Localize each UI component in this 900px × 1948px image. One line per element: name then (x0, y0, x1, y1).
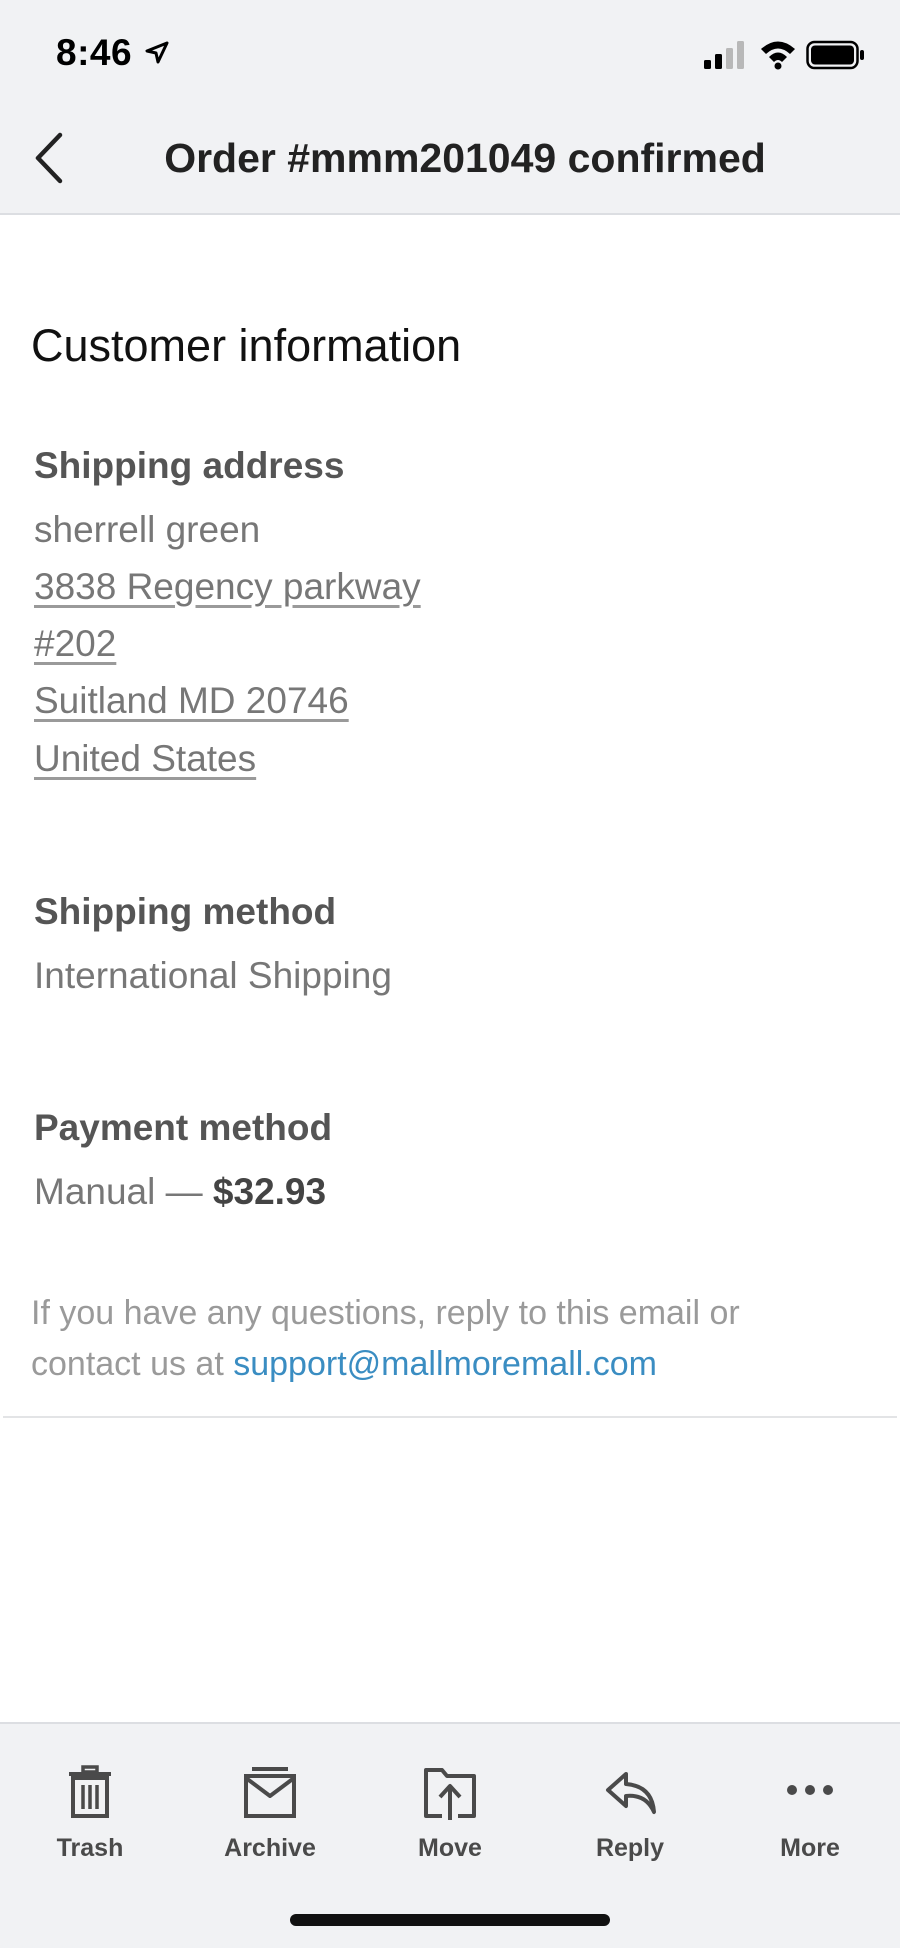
reply-label: Reply (595, 1834, 665, 1862)
archive-label: Archive (224, 1834, 316, 1862)
footer-text-line2: contact us at (31, 1345, 234, 1383)
reply-button[interactable]: Reply (555, 1764, 705, 1863)
footer-note: If you have any questions, reply to this… (31, 1288, 831, 1390)
trash-label: Trash (56, 1834, 124, 1862)
nav-bar: Order #mmm201049 confirmed (0, 105, 900, 215)
section-divider (3, 1416, 897, 1418)
trash-icon (69, 1765, 111, 1818)
reply-icon (606, 1772, 656, 1814)
address-unit-link[interactable]: #202 (34, 623, 116, 665)
wifi-icon (761, 41, 795, 70)
footer-text-line1: If you have any questions, reply to this… (31, 1294, 740, 1332)
support-email-link[interactable]: support@mallmoremall.com (233, 1345, 657, 1383)
status-time: 8:46 (56, 32, 133, 73)
address-name: sherrell green (34, 509, 261, 550)
payment-amount: $32.93 (212, 1171, 327, 1212)
address-street-link[interactable]: 3838 Regency parkway (34, 566, 421, 608)
move-label: Move (418, 1834, 482, 1862)
payment-method-type: Manual — (34, 1171, 213, 1212)
address-unit[interactable]: #202 (34, 623, 116, 664)
battery-icon (806, 40, 864, 70)
archive-icon (244, 1767, 296, 1818)
shipping-method-value: International Shipping (34, 955, 392, 996)
address-city-link[interactable]: Suitland MD 20746 (34, 680, 349, 722)
signal-icon (704, 41, 744, 69)
more-icon (787, 1785, 833, 1795)
email-subject-title: Order #mmm201049 confirmed (164, 135, 766, 181)
address-city[interactable]: Suitland MD 20746 (34, 680, 349, 721)
payment-method-value: Manual — $32.93 (34, 1171, 326, 1213)
move-button[interactable]: Move (375, 1764, 525, 1863)
address-country[interactable]: United States (34, 738, 256, 779)
payment-method-label: Payment method (34, 1107, 333, 1148)
location-arrow-icon (145, 41, 169, 64)
home-indicator[interactable] (290, 1914, 610, 1926)
more-button[interactable]: More (735, 1764, 885, 1863)
address-country-link[interactable]: United States (34, 738, 256, 780)
archive-button[interactable]: Archive (195, 1764, 345, 1863)
customer-info-heading: Customer information (31, 320, 462, 371)
shipping-address-label: Shipping address (34, 445, 345, 486)
status-bar: 8:46 (0, 0, 900, 105)
trash-button[interactable]: Trash (15, 1764, 165, 1863)
more-label: More (780, 1834, 840, 1862)
move-icon (424, 1768, 476, 1820)
shipping-method-label: Shipping method (34, 891, 337, 932)
address-street[interactable]: 3838 Regency parkway (34, 566, 421, 607)
